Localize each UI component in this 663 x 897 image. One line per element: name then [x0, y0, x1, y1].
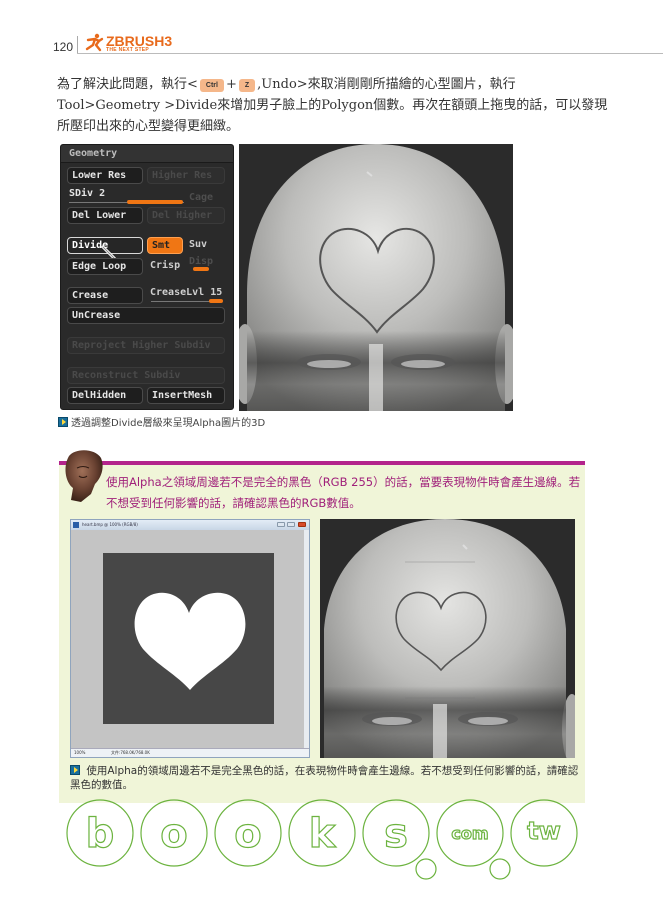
close-button[interactable] — [298, 522, 306, 527]
caption-arrow-icon — [70, 765, 80, 775]
sdiv-slider-fill[interactable] — [127, 200, 183, 204]
watermark-letter: k — [309, 811, 337, 857]
del-higher-button[interactable]: Del Higher — [147, 207, 225, 224]
running-figure-icon — [85, 33, 104, 52]
body-text-part1: 為了解決此問題，執行< — [57, 77, 198, 92]
suv-toggle[interactable]: Suv — [189, 238, 207, 252]
document-icon — [73, 522, 79, 528]
tip-text: 使用Alpha之領域周邊若不是完全的黑色（RGB 255）的話，當要表現物件時會… — [106, 475, 581, 510]
sdiv-label: SDiv 2 — [69, 188, 106, 199]
disp-slider-fill[interactable] — [193, 267, 209, 271]
caption-arrow-icon — [58, 416, 68, 427]
heart-alpha-image — [103, 553, 274, 724]
watermark-letter: b — [86, 811, 115, 857]
del-lower-button[interactable]: Del Lower — [67, 207, 143, 224]
maximize-button[interactable] — [287, 522, 295, 527]
books-com-tw-watermark: b o o k s com tw — [66, 799, 590, 880]
geometry-panel: Geometry Lower Res Higher Res SDiv 2 Cag… — [60, 144, 234, 410]
reconstruct-subdiv-button[interactable]: Reconstruct Subdiv — [67, 367, 225, 384]
watermark-circle-b: b — [66, 799, 134, 867]
document-info: 文件:768.0K/768.0K — [111, 750, 150, 755]
minimize-button[interactable] — [277, 522, 285, 527]
watermark-circle-tw: tw — [510, 799, 578, 867]
plus-sign: + — [225, 77, 237, 92]
watermark-circle-o: o — [140, 799, 208, 867]
logo-title: ZBRUSH3 — [106, 32, 173, 49]
edge-loop-button[interactable]: Edge Loop — [67, 258, 143, 275]
watermark-circle-s: s — [362, 799, 437, 880]
higher-res-button[interactable]: Higher Res — [147, 167, 225, 184]
header-divider — [77, 53, 663, 54]
alpha-canvas — [103, 553, 274, 724]
watermark-letter: com — [451, 824, 488, 843]
smt-toggle[interactable]: Smt — [147, 237, 183, 254]
status-bar: 100% 文件:768.0K/768.0K — [71, 748, 309, 757]
page-number: 120 — [53, 40, 74, 54]
uncrease-button[interactable]: UnCrease — [67, 307, 225, 324]
body-paragraph: 為了解決此問題，執行< Ctrl + Z ,Undo>來取消剛剛所描繪的心型圖片，執行T… — [57, 74, 617, 137]
head-render-divided — [239, 144, 513, 411]
header-divider-vertical — [77, 36, 78, 54]
zoom-level[interactable]: 100% — [74, 749, 85, 757]
caption-1-text: 透過調整Divide層級來呈現Alpha圖片的3D — [71, 418, 266, 429]
geometry-panel-title: Geometry — [69, 148, 118, 159]
watermark-letter: s — [384, 811, 408, 857]
window-title: heart.bmp @ 100% (RGB/8) — [82, 522, 138, 527]
watermark-circle-o: o — [214, 799, 282, 867]
tip-character-avatar-icon — [65, 450, 103, 502]
crease-button[interactable]: Crease — [67, 287, 143, 304]
sculpted-head-image — [239, 144, 513, 411]
insert-mesh-button[interactable]: InsertMesh — [147, 387, 225, 404]
reproject-higher-subdiv-button[interactable]: Reproject Higher Subdiv — [67, 337, 225, 354]
photoshop-document-window: heart.bmp @ 100% (RGB/8) 100% 文件:768.0K/… — [70, 519, 310, 758]
watermark-letter: tw — [527, 817, 561, 845]
lower-res-button[interactable]: Lower Res — [67, 167, 143, 184]
watermark-circle-k: k — [288, 799, 356, 867]
figure-caption-2: 使用Alpha的領域周邊若不是完全黑色的話，在表現物件時會產生邊線。若不想受到任… — [70, 764, 580, 792]
crease-level-slider-fill[interactable] — [209, 299, 223, 303]
del-hidden-button[interactable]: DelHidden — [67, 387, 143, 404]
watermark-letter: o — [160, 811, 187, 857]
vertical-scrollbar[interactable] — [304, 530, 309, 750]
crease-level-label[interactable]: CreaseLvl 15 — [150, 286, 222, 300]
zbrush-logo: ZBRUSH3 THE NEXT STEP — [84, 33, 172, 53]
sculpted-head-image-2 — [320, 519, 575, 758]
window-titlebar[interactable]: heart.bmp @ 100% (RGB/8) — [71, 520, 309, 530]
caption-2-text: 使用Alpha的領域周邊若不是完全黑色的話，在表現物件時會產生邊線。若不想受到任… — [70, 765, 579, 791]
crease-level-value: 15 — [210, 287, 223, 298]
watermark-graphic: b o o k s com tw — [66, 799, 578, 880]
crease-level-text: CreaseLvl — [150, 287, 205, 298]
watermark-letter: o — [234, 811, 261, 857]
crisp-toggle[interactable]: Crisp — [150, 259, 180, 273]
cage-button[interactable]: Cage — [189, 191, 213, 205]
tip-box-top-bar — [59, 461, 585, 465]
ctrl-key-badge: Ctrl — [199, 79, 224, 92]
head-render-alpha-edge — [320, 519, 575, 758]
z-key-badge: Z — [238, 79, 256, 92]
figure-caption-1: 透過調整Divide層級來呈現Alpha圖片的3D — [58, 414, 265, 429]
watermark-circle-com: com — [436, 799, 511, 880]
